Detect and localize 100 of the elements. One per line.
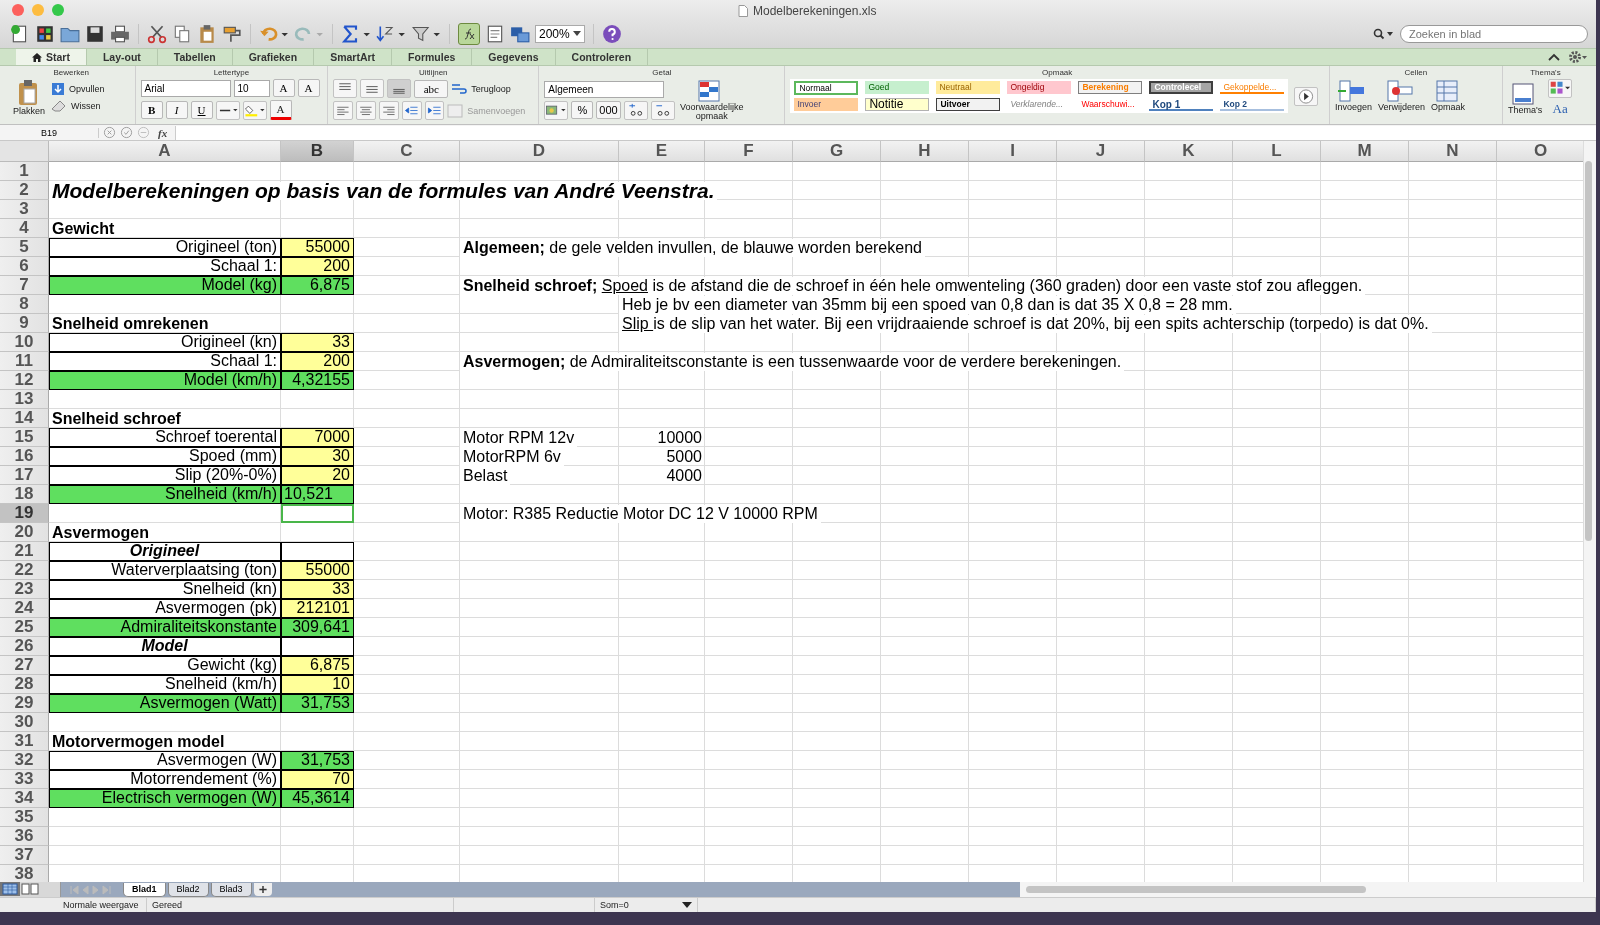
row-header[interactable]: 16 (0, 447, 49, 466)
row-header[interactable]: 5 (0, 238, 49, 257)
row-header[interactable]: 8 (0, 295, 49, 314)
font-dropdown[interactable]: Arial (140, 79, 231, 97)
orientation-button[interactable]: abc (414, 79, 449, 98)
search-field[interactable]: Zoeken in blad (1400, 25, 1588, 43)
row-header[interactable]: 31 (0, 732, 49, 751)
column-header[interactable]: B (281, 141, 354, 162)
column-header[interactable]: C (354, 141, 460, 162)
delete-button[interactable]: Verwijderen (1377, 79, 1425, 112)
cell-style-swatch[interactable]: Waarschuwi... (1078, 98, 1143, 111)
row-header[interactable]: 22 (0, 561, 49, 580)
row-header[interactable]: 19 (0, 504, 49, 523)
row-header[interactable]: 23 (0, 580, 49, 599)
ribbon-tab[interactable]: Gegevens (472, 49, 556, 65)
row-header[interactable]: 3 (0, 200, 49, 219)
row-header[interactable]: 34 (0, 789, 49, 808)
shrink-font-button[interactable]: A (297, 79, 320, 97)
sheet-tab[interactable]: Blad3 (210, 882, 252, 897)
column-header[interactable]: J (1057, 141, 1145, 162)
row-header[interactable]: 32 (0, 751, 49, 770)
cell-style-swatch[interactable]: Goed (865, 81, 930, 94)
fill-button[interactable]: Opvullen (51, 82, 113, 96)
bold-button[interactable]: B (140, 101, 163, 119)
conditional-formatting-button[interactable]: Voorwaardelijke opmaak (680, 79, 743, 121)
row-header[interactable]: 9 (0, 314, 49, 333)
clear-button[interactable]: Wissen (51, 99, 113, 113)
row-header[interactable]: 21 (0, 542, 49, 561)
themes-button[interactable]: Thema's (1507, 81, 1543, 115)
zoom-dropdown[interactable]: 200% (535, 25, 585, 43)
row-header[interactable]: 11 (0, 352, 49, 371)
sum-dropdown[interactable]: Som=0 (595, 898, 698, 912)
ribbon-tab[interactable]: Lay-out (86, 49, 158, 65)
row-header[interactable]: 36 (0, 827, 49, 846)
column-header[interactable]: F (705, 141, 793, 162)
column-header[interactable]: O (1497, 141, 1583, 162)
sheet-tab[interactable]: Blad1 (123, 882, 166, 897)
underline-button[interactable]: U (190, 101, 213, 119)
cell-style-swatch[interactable]: Uitvoer (936, 98, 1001, 111)
row-header[interactable]: 30 (0, 713, 49, 732)
ribbon-tab[interactable]: Controleren (555, 49, 649, 65)
column-header[interactable]: E (619, 141, 705, 162)
grow-font-button[interactable]: A (272, 79, 295, 97)
column-header[interactable]: G (793, 141, 881, 162)
sheet-tab[interactable]: Blad2 (167, 882, 209, 897)
cell-style-swatch[interactable]: Invoer (794, 98, 859, 111)
theme-fonts-button[interactable]: Aa (1548, 101, 1573, 117)
row-header[interactable]: 27 (0, 656, 49, 675)
ribbon-tab[interactable]: Start (16, 49, 87, 65)
row-header[interactable]: 24 (0, 599, 49, 618)
cell-style-swatch[interactable]: Neutraal (936, 81, 1001, 94)
row-header[interactable]: 29 (0, 694, 49, 713)
row-header[interactable]: 18 (0, 485, 49, 504)
row-header[interactable]: 2 (0, 181, 49, 200)
ribbon-tab[interactable]: Tabellen (157, 49, 233, 65)
column-header[interactable]: K (1145, 141, 1233, 162)
font-color-button[interactable]: A (269, 100, 292, 120)
column-header[interactable]: N (1409, 141, 1497, 162)
row-header[interactable]: 26 (0, 637, 49, 656)
font-size-dropdown[interactable]: 10 (233, 79, 270, 97)
cell-style-swatch[interactable]: Notitie (865, 98, 930, 111)
row-header[interactable]: 14 (0, 409, 49, 428)
insert-button[interactable]: Invoegen (1334, 79, 1372, 112)
column-header[interactable]: I (969, 141, 1057, 162)
cell-style-swatch[interactable]: Ongeldig (1007, 81, 1072, 94)
column-header[interactable]: H (881, 141, 969, 162)
column-header[interactable]: A (49, 141, 281, 162)
number-format-dropdown[interactable]: Algemeen (544, 80, 665, 98)
row-header[interactable]: 1 (0, 162, 49, 181)
row-header[interactable]: 17 (0, 466, 49, 485)
row-header[interactable]: 6 (0, 257, 49, 276)
function-label[interactable]: fx (154, 126, 172, 139)
italic-button[interactable]: I (165, 101, 188, 119)
row-header[interactable]: 13 (0, 390, 49, 409)
row-header[interactable]: 7 (0, 276, 49, 295)
row-header[interactable]: 12 (0, 371, 49, 390)
row-header[interactable]: 38 (0, 865, 49, 882)
row-header[interactable]: 4 (0, 219, 49, 238)
wrap-text-button[interactable]: Terugloop (451, 81, 519, 96)
cell-style-swatch[interactable]: Verklarende... (1007, 98, 1072, 111)
name-box[interactable]: B19 (0, 127, 99, 138)
ribbon-tab[interactable]: Formules (392, 49, 473, 65)
row-header[interactable]: 15 (0, 428, 49, 447)
cell-style-swatch[interactable]: Normaal (794, 81, 859, 95)
row-header[interactable]: 10 (0, 333, 49, 352)
row-header[interactable]: 28 (0, 675, 49, 694)
thousands-button[interactable]: 000 (596, 101, 621, 119)
row-header[interactable]: 37 (0, 846, 49, 865)
column-header[interactable]: L (1233, 141, 1321, 162)
row-header[interactable]: 35 (0, 808, 49, 827)
row-header[interactable]: 33 (0, 770, 49, 789)
column-header[interactable]: M (1321, 141, 1409, 162)
format-button[interactable]: Opmaak (1430, 79, 1465, 112)
row-header[interactable]: 25 (0, 618, 49, 637)
percent-button[interactable]: % (571, 101, 594, 119)
paste-button[interactable]: Plakken (13, 79, 46, 116)
column-header[interactable]: D (460, 141, 619, 162)
ribbon-tab[interactable]: Grafieken (232, 49, 315, 65)
ribbon-tab[interactable]: SmartArt (314, 49, 393, 65)
row-header[interactable]: 20 (0, 523, 49, 542)
